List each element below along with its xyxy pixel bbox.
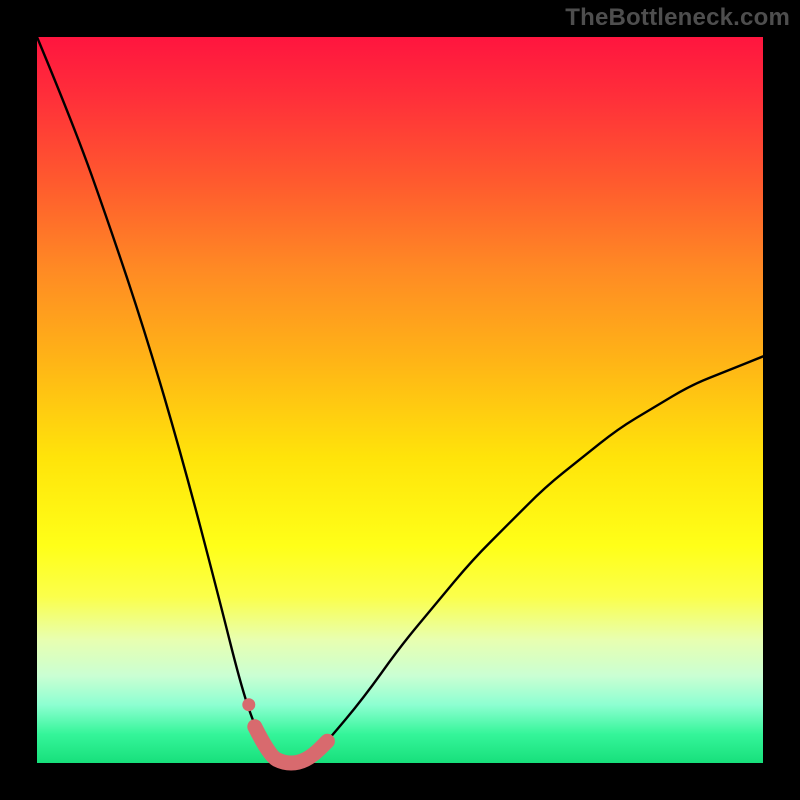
watermark-text: TheBottleneck.com bbox=[565, 4, 790, 32]
trough-dot-left bbox=[242, 698, 255, 711]
trough-overlay-path bbox=[255, 727, 328, 763]
chart-frame: TheBottleneck.com bbox=[0, 0, 800, 800]
plot-area bbox=[37, 37, 763, 763]
bottleneck-curve-path bbox=[37, 37, 763, 763]
curve-svg bbox=[37, 37, 763, 763]
